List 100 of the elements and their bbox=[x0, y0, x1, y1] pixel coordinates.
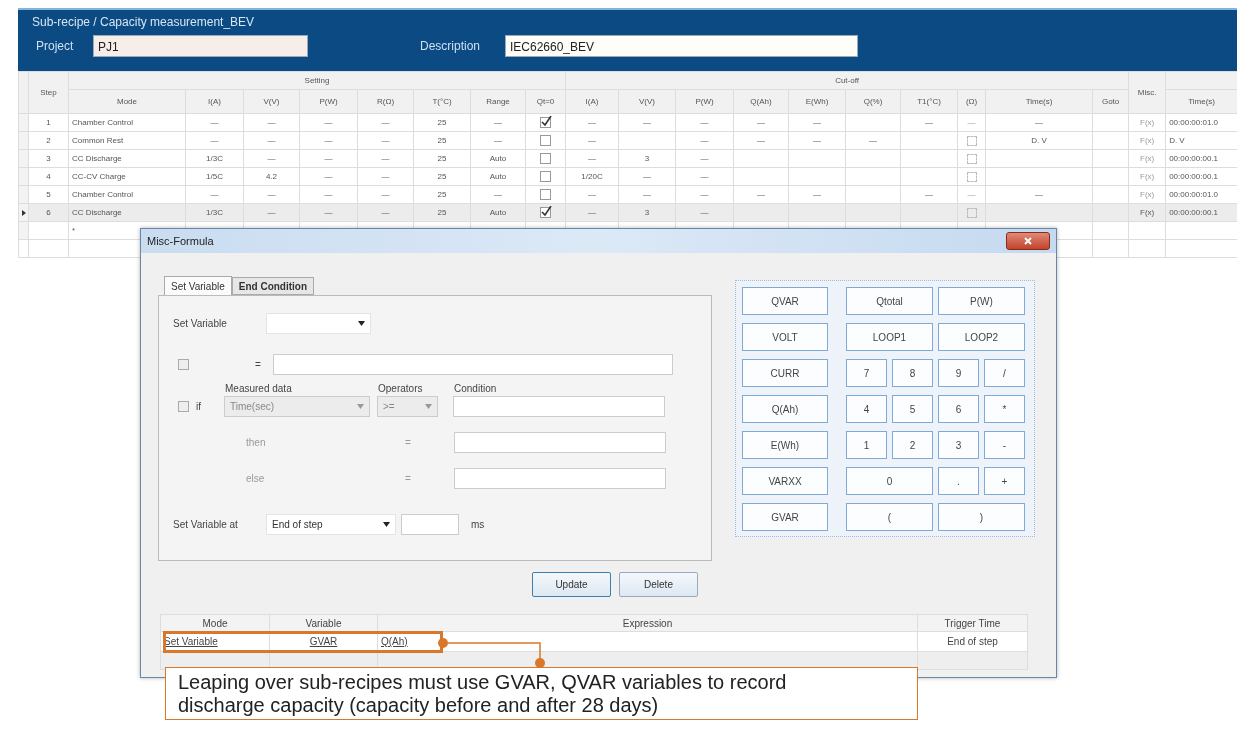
table-cell: CC-CV Charge bbox=[68, 167, 186, 186]
table-cell: — bbox=[357, 149, 414, 168]
keypad-key[interactable]: - bbox=[984, 431, 1025, 459]
keypad-key[interactable]: 9 bbox=[938, 359, 979, 387]
keypad-key[interactable]: ( bbox=[846, 503, 933, 531]
table-cell: — bbox=[299, 167, 358, 186]
keypad-key[interactable]: 4 bbox=[846, 395, 887, 423]
close-button[interactable] bbox=[1006, 232, 1050, 250]
keypad-key[interactable]: 7 bbox=[846, 359, 887, 387]
keypad-key[interactable]: CURR bbox=[742, 359, 828, 387]
tab[interactable]: End Condition bbox=[231, 277, 315, 295]
project-field[interactable]: PJ1 bbox=[93, 35, 308, 57]
table-cell: — bbox=[299, 185, 358, 204]
column-header: Expression bbox=[377, 614, 918, 632]
table-cell: 4 bbox=[28, 167, 69, 186]
equals-sign: = bbox=[405, 437, 412, 448]
description-label: Description bbox=[420, 39, 482, 53]
empty-box-icon bbox=[966, 207, 977, 218]
update-button[interactable]: Update bbox=[532, 572, 611, 597]
table-cell: — bbox=[618, 167, 676, 186]
keypad-key[interactable]: VARXX bbox=[742, 467, 828, 495]
checkbox[interactable] bbox=[540, 153, 551, 164]
operators-label: Operators bbox=[378, 383, 424, 394]
tab[interactable]: Set Variable bbox=[164, 276, 232, 296]
column-header: Misc. bbox=[1128, 71, 1166, 114]
table-cell: 3 bbox=[618, 149, 676, 168]
table-cell: 25 bbox=[413, 113, 471, 132]
dropdown-caret-icon bbox=[383, 522, 390, 527]
column-header: Mode bbox=[160, 614, 270, 632]
table-cell: — bbox=[357, 113, 414, 132]
keypad-key[interactable]: 0 bbox=[846, 467, 933, 495]
keypad-key[interactable]: Q(Ah) bbox=[742, 395, 828, 423]
checkbox[interactable] bbox=[540, 207, 551, 218]
keypad-key[interactable]: Qtotal bbox=[846, 287, 933, 315]
dropdown-caret-icon bbox=[425, 404, 432, 409]
keypad-key[interactable]: E(Wh) bbox=[742, 431, 828, 459]
table-cell: — bbox=[618, 113, 676, 132]
checkbox[interactable] bbox=[540, 117, 551, 128]
table-cell: — bbox=[565, 113, 619, 132]
table-cell: — bbox=[357, 185, 414, 204]
equals-sign: = bbox=[255, 359, 262, 370]
keypad-key[interactable]: LOOP2 bbox=[938, 323, 1025, 351]
keypad-key[interactable]: LOOP1 bbox=[846, 323, 933, 351]
column-header: Step bbox=[28, 71, 69, 114]
keypad-key[interactable]: / bbox=[984, 359, 1025, 387]
delete-button[interactable]: Delete bbox=[619, 572, 698, 597]
keypad-key[interactable]: 1 bbox=[846, 431, 887, 459]
measured-data-label: Measured data bbox=[225, 383, 293, 394]
timing-dropdown[interactable]: End of step bbox=[266, 514, 396, 535]
table-cell: — bbox=[299, 203, 358, 222]
keypad-key[interactable]: GVAR bbox=[742, 503, 828, 531]
value-field[interactable] bbox=[454, 468, 666, 489]
table-cell: 25 bbox=[413, 203, 471, 222]
keypad-key[interactable]: P(W) bbox=[938, 287, 1025, 315]
keypad-key[interactable]: 3 bbox=[938, 431, 979, 459]
table-cell: 25 bbox=[413, 131, 471, 150]
table-cell: Chamber Control bbox=[68, 185, 186, 204]
table-cell: 1 bbox=[28, 113, 69, 132]
table-cell: 1/3C bbox=[185, 203, 244, 222]
table-cell: — bbox=[788, 113, 846, 132]
checkbox[interactable] bbox=[540, 189, 551, 200]
formula-link[interactable]: F(x) bbox=[1128, 203, 1166, 222]
current-row-icon bbox=[21, 209, 26, 216]
table-cell: — bbox=[788, 131, 846, 150]
keypad-key[interactable]: 5 bbox=[892, 395, 933, 423]
table-cell: — bbox=[675, 131, 734, 150]
value-field[interactable] bbox=[454, 432, 666, 453]
table-cell: — bbox=[957, 185, 986, 204]
expression-field[interactable] bbox=[273, 354, 673, 375]
keypad-key[interactable]: QVAR bbox=[742, 287, 828, 315]
condition-field[interactable] bbox=[453, 396, 665, 417]
table-cell: — bbox=[185, 131, 244, 150]
table-cell: — bbox=[470, 185, 526, 204]
table-cell: — bbox=[357, 131, 414, 150]
table-cell: 3 bbox=[618, 203, 676, 222]
column-header: Time(s) bbox=[985, 89, 1093, 114]
keypad-key[interactable]: 2 bbox=[892, 431, 933, 459]
keypad-key[interactable]: 8 bbox=[892, 359, 933, 387]
table-cell: 2 bbox=[28, 131, 69, 150]
milliseconds-field[interactable] bbox=[401, 514, 459, 535]
table-cell: — bbox=[243, 131, 300, 150]
set-variable-at-label: Set Variable at bbox=[173, 519, 239, 530]
description-field[interactable]: IEC62660_BEV bbox=[505, 35, 858, 57]
variable-dropdown[interactable] bbox=[266, 313, 371, 334]
column-header: Mode bbox=[68, 89, 186, 114]
keypad-key[interactable]: 6 bbox=[938, 395, 979, 423]
checkbox[interactable] bbox=[178, 359, 189, 370]
keypad-key[interactable]: ) bbox=[938, 503, 1025, 531]
checkbox[interactable] bbox=[540, 135, 551, 146]
table-cell: — bbox=[733, 113, 789, 132]
table-cell: 1/20C bbox=[565, 167, 619, 186]
unit-label: ms bbox=[471, 519, 485, 530]
table-cell: — bbox=[845, 131, 901, 150]
keypad-key[interactable]: * bbox=[984, 395, 1025, 423]
checkbox[interactable] bbox=[540, 171, 551, 182]
table-cell: — bbox=[900, 113, 958, 132]
keypad-key[interactable]: + bbox=[984, 467, 1025, 495]
keypad-key[interactable]: VOLT bbox=[742, 323, 828, 351]
table-cell: — bbox=[470, 131, 526, 150]
keypad-key[interactable]: . bbox=[938, 467, 979, 495]
